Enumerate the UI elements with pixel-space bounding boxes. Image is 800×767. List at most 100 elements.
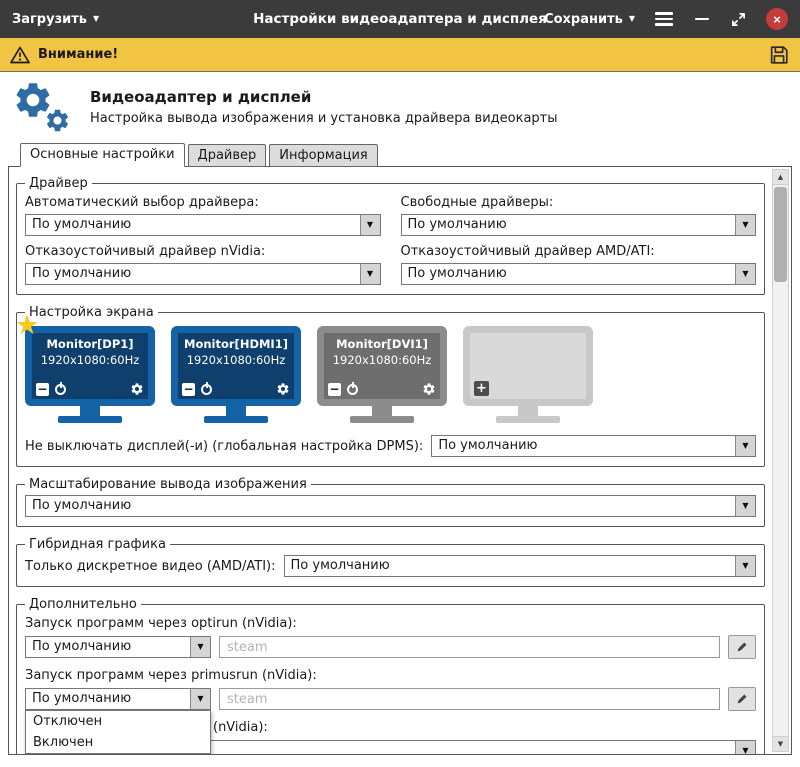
scroll-down-icon[interactable]: ▼ <box>773 736 788 751</box>
monitor-name: Monitor[DP1] <box>46 337 134 351</box>
monitor-stand <box>80 406 100 416</box>
minimize-button[interactable] <box>693 16 711 23</box>
scaling-group-legend: Масштабирование вывода изображения <box>29 477 307 492</box>
page-header-text: Видеоадаптер и дисплей Настройка вывода … <box>90 88 558 126</box>
scrollbar-thumb[interactable] <box>774 187 787 282</box>
optirun-edit-button[interactable] <box>728 635 756 659</box>
optirun-select[interactable]: По умолчанию ▼ <box>25 636 211 658</box>
monitor-add-slot[interactable]: + <box>463 326 593 423</box>
add-monitor-icon[interactable]: + <box>474 381 489 396</box>
chevron-down-icon[interactable]: ▼ <box>735 496 755 516</box>
hybrid-group-legend: Гибридная графика <box>29 537 166 552</box>
titlebar-controls: Сохранить ▼ × <box>544 8 788 30</box>
menu-button[interactable] <box>653 10 675 28</box>
monitor-base <box>350 416 414 423</box>
remove-monitor-icon[interactable]: − <box>36 382 49 396</box>
chevron-down-icon[interactable]: ▼ <box>359 264 380 284</box>
gears-icon <box>10 77 78 137</box>
dpms-select[interactable]: По умолчанию ▼ <box>431 435 756 457</box>
dropdown-option-enabled[interactable]: Включен <box>26 732 210 753</box>
dpms-label: Не выключать дисплей(-и) (глобальная нас… <box>25 438 424 454</box>
monitor-name: Monitor[HDMI1] <box>184 337 288 351</box>
power-icon[interactable] <box>347 383 358 395</box>
monitor-settings-icon[interactable] <box>422 382 436 396</box>
close-icon: × <box>773 11 781 27</box>
optirun-command-input[interactable] <box>219 636 720 658</box>
save-file-button[interactable] <box>768 44 790 66</box>
dpms-row: Не выключать дисплей(-и) (глобальная нас… <box>25 435 756 457</box>
monitor-stand <box>372 406 392 416</box>
load-button-label: Загрузить <box>12 11 87 27</box>
field-label: Свободные драйверы: <box>400 195 554 210</box>
driver-group-legend: Драйвер <box>29 176 88 191</box>
free-drivers-select[interactable]: По умолчанию ▼ <box>400 214 756 236</box>
page-subtitle: Настройка вывода изображения и установка… <box>90 111 558 126</box>
scaling-select[interactable]: По умолчанию ▼ <box>25 495 756 517</box>
monitor-base <box>496 416 560 423</box>
monitor-base <box>204 416 268 423</box>
monitor-settings-icon[interactable] <box>130 382 144 396</box>
warning-icon <box>10 46 30 63</box>
chevron-down-icon[interactable]: ▼ <box>735 556 755 576</box>
primusrun-dropdown-list: Отключен Включен <box>25 710 211 754</box>
hamburger-icon <box>655 12 673 26</box>
tab-driver[interactable]: Драйвер <box>187 144 267 167</box>
field-failsafe-amd: Отказоустойчивый драйвер AMD/ATI: По умо… <box>400 243 756 285</box>
monitor-stand <box>518 406 538 416</box>
warning-text: Внимание! <box>38 47 119 62</box>
close-button[interactable]: × <box>766 8 788 30</box>
chevron-down-icon[interactable]: ▼ <box>735 436 755 456</box>
primusrun-select[interactable]: По умолчанию ▼ Отключен Включен <box>25 688 211 754</box>
monitor-screen: Monitor[DVI1] 1920x1080:60Hz − <box>317 326 447 406</box>
monitor-controls: − <box>328 382 436 396</box>
monitor-resolution: 1920x1080:60Hz <box>186 353 286 367</box>
chevron-down-icon[interactable]: ▼ <box>190 637 210 657</box>
dropdown-option-disabled[interactable]: Отключен <box>26 711 210 732</box>
chevron-down-icon[interactable]: ▼ <box>359 215 380 235</box>
titlebar: Настройки видеоадаптера и дисплея Загруз… <box>0 0 800 38</box>
monitor-dvi1[interactable]: Monitor[DVI1] 1920x1080:60Hz − <box>317 326 447 423</box>
monitor-settings-icon[interactable] <box>276 382 290 396</box>
minimize-icon <box>695 17 709 21</box>
scroll-up-icon[interactable]: ▲ <box>773 170 788 185</box>
chevron-down-icon[interactable]: ▼ <box>190 689 210 709</box>
primusrun-edit-button[interactable] <box>728 687 756 711</box>
field-free-drivers: Свободные драйверы: По умолчанию ▼ <box>400 194 756 236</box>
discrete-video-select[interactable]: По умолчанию ▼ <box>283 555 756 577</box>
power-icon[interactable] <box>55 383 66 395</box>
failsafe-nvidia-select[interactable]: По умолчанию ▼ <box>25 263 381 285</box>
failsafe-amd-select[interactable]: По умолчанию ▼ <box>400 263 756 285</box>
save-button[interactable]: Сохранить ▼ <box>544 12 635 27</box>
load-button[interactable]: Загрузить ▼ <box>12 12 99 27</box>
tab-main-settings[interactable]: Основные настройки <box>20 143 185 167</box>
primusrun-label: Запуск программ через primusrun (nVidia)… <box>25 668 317 683</box>
field-failsafe-nvidia: Отказоустойчивый драйвер nVidia: По умол… <box>25 243 381 285</box>
hybrid-label: Только дискретное видео (AMD/ATI): <box>25 558 276 574</box>
monitor-dp1[interactable]: ★ Monitor[DP1] 1920x1080:60Hz − <box>15 312 155 423</box>
chevron-down-icon[interactable]: ▼ <box>735 741 755 754</box>
page-title: Видеоадаптер и дисплей <box>90 88 312 106</box>
chevron-down-icon[interactable]: ▼ <box>735 215 755 235</box>
tab-information[interactable]: Информация <box>269 144 378 167</box>
monitor-screen: + <box>463 326 593 406</box>
remove-monitor-icon[interactable]: − <box>328 382 341 396</box>
primusrun-command-input[interactable] <box>219 688 720 710</box>
monitor-screen: Monitor[HDMI1] 1920x1080:60Hz − <box>171 326 301 406</box>
chevron-down-icon: ▼ <box>93 14 100 23</box>
remove-monitor-icon[interactable]: − <box>182 382 195 396</box>
auto-driver-select[interactable]: По умолчанию ▼ <box>25 214 381 236</box>
monitor-controls: − <box>182 382 290 396</box>
main-content: Драйвер Автоматический выбор драйвера: П… <box>8 166 792 755</box>
monitor-base <box>58 416 122 423</box>
power-icon[interactable] <box>201 383 212 395</box>
monitor-hdmi1[interactable]: Monitor[HDMI1] 1920x1080:60Hz − <box>171 326 301 423</box>
primary-star-icon: ★ <box>15 310 40 341</box>
warning-bar: Внимание! <box>0 38 800 72</box>
screen-group: Настройка экрана ★ Monitor[DP1] 1920x108… <box>15 305 765 467</box>
hybrid-row: Только дискретное видео (AMD/ATI): По ум… <box>25 555 756 577</box>
vertical-scrollbar[interactable]: ▲ ▼ <box>772 169 789 752</box>
monitor-list: ★ Monitor[DP1] 1920x1080:60Hz − Monitor[… <box>15 312 756 423</box>
maximize-button[interactable] <box>729 10 748 29</box>
monitor-stand <box>226 406 246 416</box>
chevron-down-icon[interactable]: ▼ <box>735 264 755 284</box>
